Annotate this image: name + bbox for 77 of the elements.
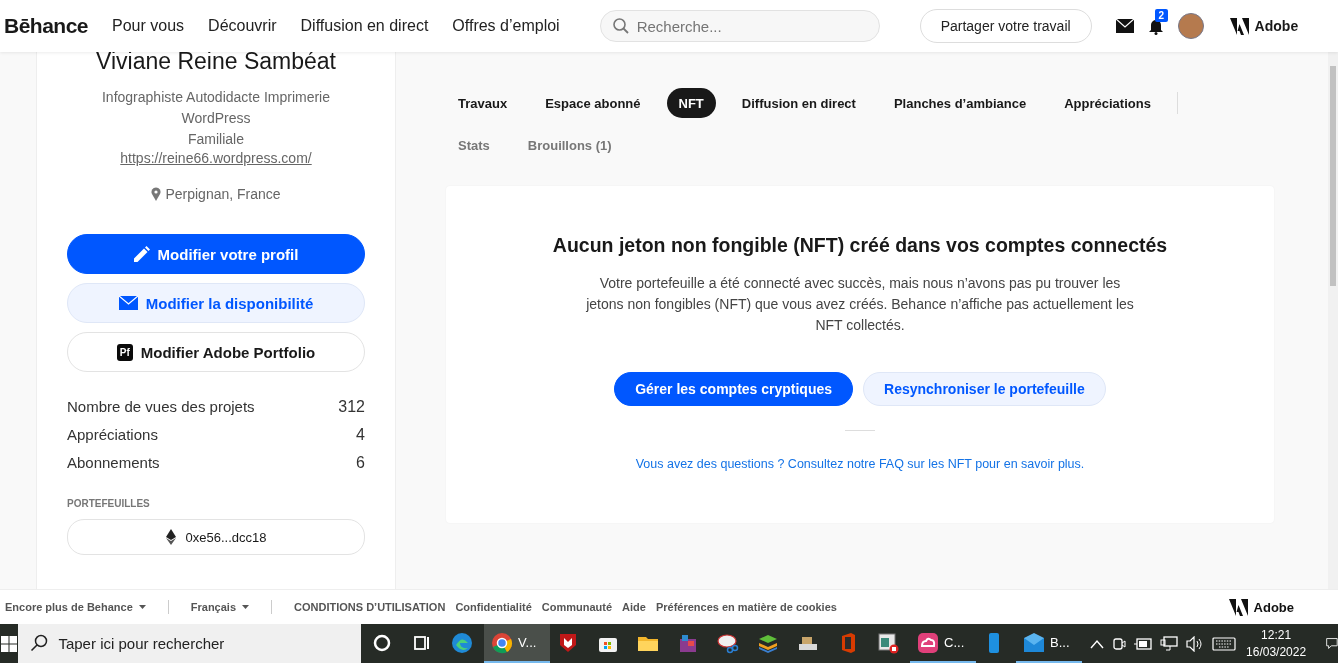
notification-icon[interactable] [1326,635,1338,652]
nav-link[interactable]: Diffusion en direct [300,17,429,35]
adobe-label[interactable]: Adobe [1254,18,1299,34]
profile-name: Viviane Reine Sambéat [95,52,337,75]
tab[interactable]: Appréciations [1052,88,1163,118]
mail-icon [118,296,138,310]
bell-icon[interactable] [1147,17,1164,35]
location: Perpignan, France [165,186,281,202]
portfolio-badge: Pf [116,343,133,361]
search-icon [30,634,49,652]
network-icon[interactable] [1160,635,1179,652]
taskbar-search-field[interactable]: Taper ici pour rechercher [18,624,362,663]
taskbar-app[interactable]: V... [484,624,551,663]
caret-icon [138,605,146,609]
stat-label: Abonnements [67,454,160,472]
tab[interactable]: Espace abonné [533,88,653,118]
wallet-address: 0xe56...dcc18 [185,529,267,545]
search-field[interactable]: Recherche... [599,10,880,42]
footer-link[interactable]: Confidentialité [455,601,532,613]
tab[interactable]: Brouillons (1) [515,130,624,160]
empty-state-title: Aucun jeton non fongible (NFT) créé dans vos comptes connectés [552,234,1168,257]
stat-value: 4 [356,426,365,444]
tab[interactable]: Travaux [446,88,520,118]
profile-action-button[interactable]: Modifier la disponibilité [67,283,365,323]
ethereum-icon [165,529,176,545]
wallet-chip[interactable]: 0xe56...dcc18 [67,519,365,555]
nav-link[interactable]: Découvrir [208,17,277,35]
logo[interactable]: Bēhance [4,14,89,38]
nav-link[interactable]: Offres d’emploi [452,17,560,35]
section-heading: PORTEFEUILLES [67,498,151,509]
footer-link[interactable]: Aide [622,601,646,613]
window-icon [876,630,901,655]
cloud-icon [916,630,941,655]
empty-state-message: Votre portefeuille a été connecté avec succès, mais nous n’avons pas pu trouver les jetons non fongibles (NFT) que vous avez créés. Behance n’affiche pas actuellement les NFT collectés. [585,274,1135,335]
location-pin-icon [151,187,162,201]
tab[interactable]: Planches d’ambiance [881,88,1039,118]
notification-badge: 2 [1154,8,1169,22]
profile-action-button[interactable]: Modifier votre profil [67,234,365,274]
pencil-icon [133,246,150,262]
action-button[interactable]: Gérer les comptes cryptiques [614,372,854,406]
edge-icon [450,630,475,655]
taskbar-app[interactable]: C... [910,624,977,663]
footer-link[interactable]: Préférences en matière de cookies [655,601,837,613]
speaker-icon[interactable] [1186,635,1205,652]
nav-link[interactable]: Pour vous [112,17,185,35]
avatar[interactable] [1177,13,1204,39]
mail-icon [1022,630,1047,655]
footer-link[interactable]: Communauté [541,601,613,613]
windows-start-icon[interactable] [1,635,18,652]
keyboard-icon[interactable] [1212,636,1237,651]
tab[interactable]: Stats [446,130,502,160]
faq-link[interactable]: Vous avez des questions ? Consultez notre FAQ sur les NFT pour en savoir plus. [635,457,1085,471]
stat-label: Appréciations [67,426,158,444]
chevron-up-icon[interactable] [1090,638,1105,649]
chrome-icon [490,630,515,655]
mail-icon[interactable] [1115,19,1134,33]
tab[interactable]: NFT [666,88,716,118]
adobe-logo-icon [1229,17,1249,35]
taskbar-clock[interactable]: 12:21 16/03/2022 [1246,626,1307,661]
footer-dropdown[interactable]: Encore plus de Behance [5,601,133,613]
adobe-label[interactable]: Adobe [1253,599,1294,615]
footer-link[interactable]: CONDITIONS D’UTILISATION [294,601,446,613]
adobe-logo-icon [1228,598,1248,616]
caret-icon [242,605,249,609]
battery-icon[interactable] [1134,637,1153,650]
taskbar-app[interactable]: B... [1016,624,1083,663]
stat-value: 312 [338,398,365,416]
website-link[interactable]: https://reine66.wordpress.com/ [120,150,312,166]
profile-action-button[interactable]: Pf Modifier Adobe Portfolio [67,332,365,372]
stat-value: 6 [356,454,365,472]
scrollbar-thumb[interactable] [1330,66,1336,286]
footer-dropdown[interactable]: Français [190,601,236,613]
share-button[interactable]: Partager votre travail [919,9,1092,43]
stat-label: Nombre de vues des projets [67,398,255,416]
search-icon [611,17,630,35]
tab[interactable]: Diffusion en direct [729,88,868,118]
action-button[interactable]: Resynchroniser le portefeuille [863,372,1106,406]
